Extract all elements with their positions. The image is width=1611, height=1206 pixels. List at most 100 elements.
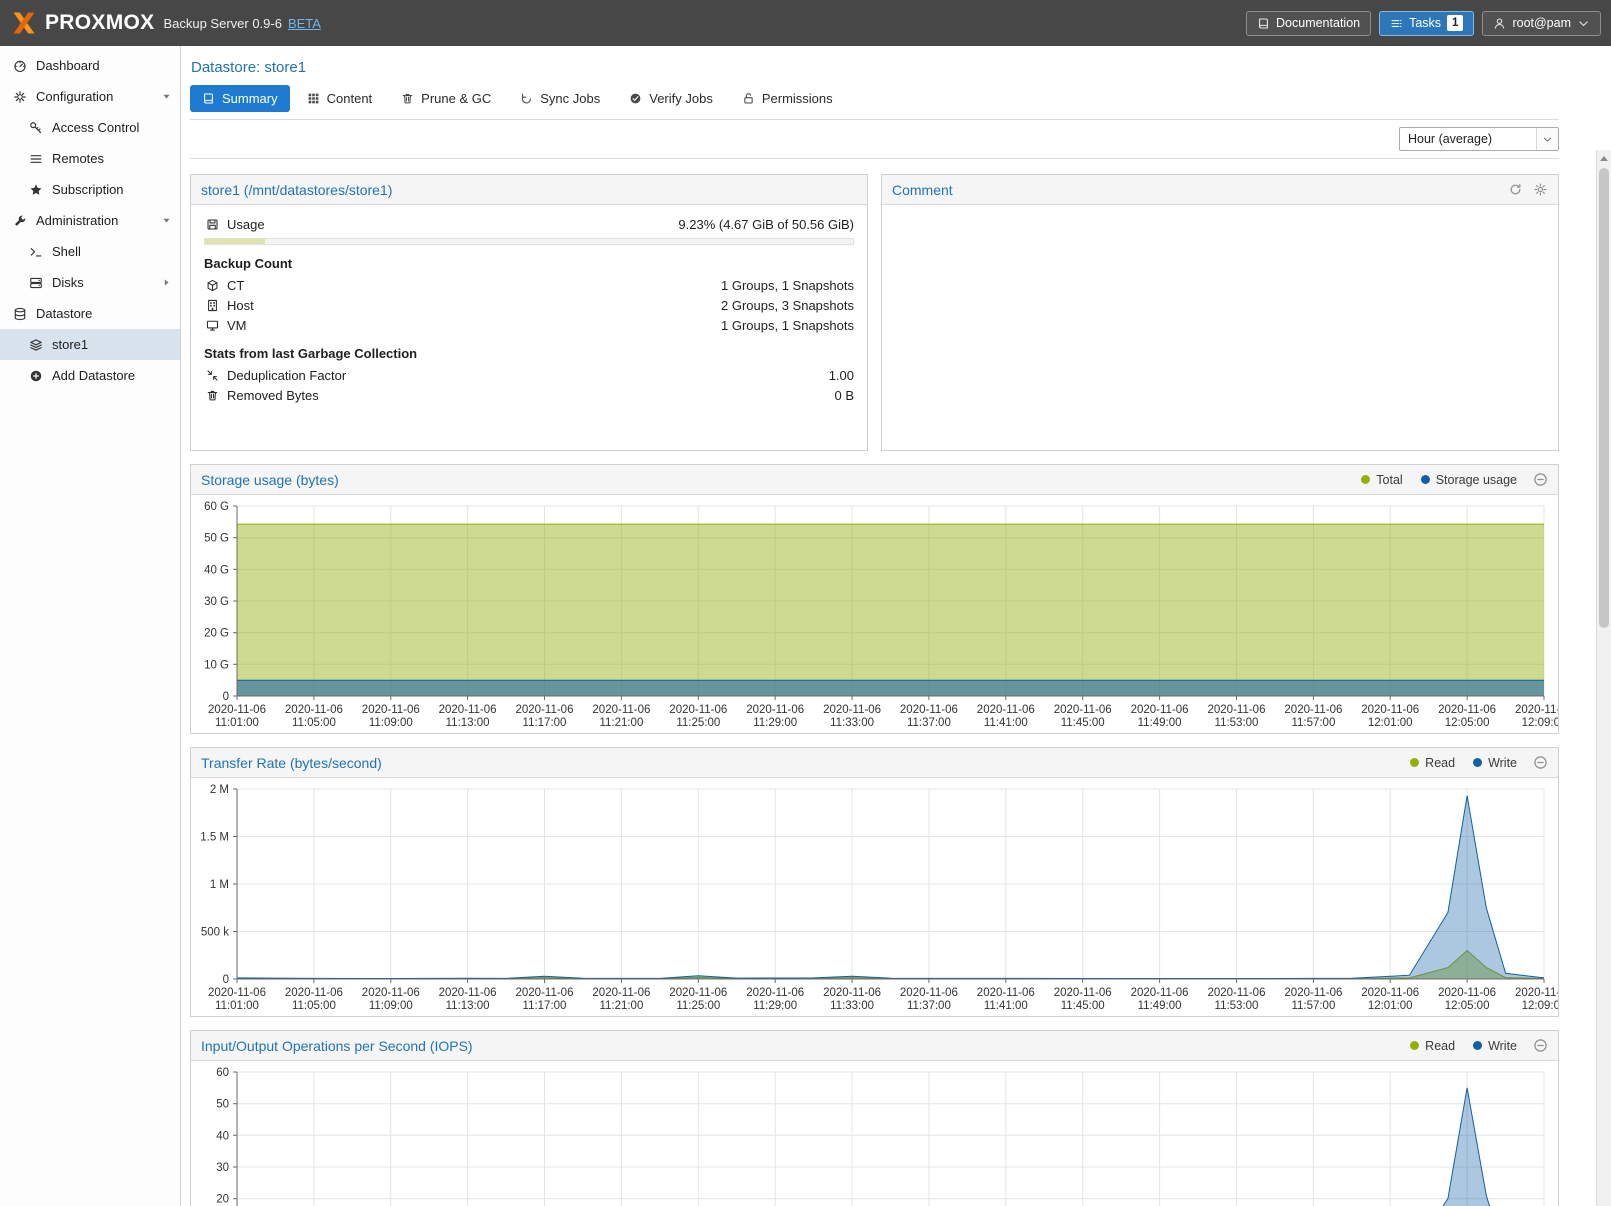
svg-text:30: 30 xyxy=(216,1162,229,1174)
sidebar-item-label: Dashboard xyxy=(36,58,100,73)
svg-text:2020-11-06: 2020-11-06 xyxy=(1438,704,1496,716)
sidebar-item-shell[interactable]: Shell xyxy=(0,236,180,267)
user-icon xyxy=(1493,17,1506,30)
sidebar-item-label: store1 xyxy=(52,337,88,352)
tab-sync-jobs[interactable]: Sync Jobs xyxy=(508,85,612,112)
tab-prune-gc[interactable]: Prune & GC xyxy=(389,85,503,112)
cube-icon xyxy=(204,279,221,292)
sidebar-item-datastore[interactable]: Datastore xyxy=(0,298,180,329)
row-value: 0 B xyxy=(834,388,854,403)
svg-text:2020-11-06: 2020-11-06 xyxy=(285,987,343,999)
tasks-label: Tasks xyxy=(1409,16,1441,30)
compress-icon xyxy=(204,369,221,382)
tab-content[interactable]: Content xyxy=(295,85,385,112)
plus-circle-icon xyxy=(27,369,45,383)
collapse-icon[interactable] xyxy=(1533,1038,1548,1053)
svg-text:2 M: 2 M xyxy=(210,784,229,796)
sidebar-item-label: Subscription xyxy=(52,182,124,197)
tab-permissions[interactable]: Permissions xyxy=(730,85,845,112)
svg-text:11:33:00: 11:33:00 xyxy=(830,717,874,729)
svg-text:10 G: 10 G xyxy=(204,659,229,671)
svg-text:11:05:00: 11:05:00 xyxy=(292,717,336,729)
svg-text:11:45:00: 11:45:00 xyxy=(1061,1000,1105,1012)
svg-text:2020-11-06: 2020-11-06 xyxy=(285,704,343,716)
svg-text:11:17:00: 11:17:00 xyxy=(523,1000,567,1012)
svg-text:2020-11-06: 2020-11-06 xyxy=(977,704,1035,716)
row-label: Host xyxy=(227,298,254,313)
gear-icon[interactable] xyxy=(1533,182,1548,197)
hdd-icon xyxy=(204,218,221,231)
svg-text:11:41:00: 11:41:00 xyxy=(984,1000,1028,1012)
tab-summary[interactable]: Summary xyxy=(190,85,290,112)
building-icon xyxy=(204,299,221,312)
svg-text:12:05:00: 12:05:00 xyxy=(1445,717,1490,729)
row-value: 1 Groups, 1 Snapshots xyxy=(721,318,854,333)
header-actions: Documentation Tasks 1 root@pam xyxy=(1246,11,1601,36)
svg-text:2020-11-06: 2020-11-06 xyxy=(823,704,881,716)
caret-right-icon[interactable] xyxy=(161,277,172,288)
database-icon xyxy=(11,307,29,321)
chart-legend: Total Storage usage xyxy=(1361,473,1517,487)
collapse-icon[interactable] xyxy=(1533,755,1548,770)
sidebar-item-administration[interactable]: Administration xyxy=(0,205,180,236)
svg-text:11:21:00: 11:21:00 xyxy=(599,717,643,729)
svg-text:1 M: 1 M xyxy=(210,879,229,891)
gc-row-dedup: Deduplication Factor 1.00 xyxy=(204,365,854,385)
svg-text:2020-11-06: 2020-11-06 xyxy=(900,704,958,716)
scroll-up-button[interactable] xyxy=(1597,150,1611,166)
beta-link[interactable]: BETA xyxy=(288,16,321,31)
svg-text:2020-11-06: 2020-11-06 xyxy=(977,987,1035,999)
svg-text:2020-11-06: 2020-11-06 xyxy=(362,704,420,716)
sidebar-item-add-datastore[interactable]: Add Datastore xyxy=(0,360,180,391)
legend-label: Read xyxy=(1425,1039,1455,1053)
chart-title: Input/Output Operations per Second (IOPS… xyxy=(201,1038,473,1054)
gauge-icon xyxy=(11,59,29,73)
svg-text:11:37:00: 11:37:00 xyxy=(907,717,951,729)
legend-label: Read xyxy=(1425,756,1455,770)
refresh-icon[interactable] xyxy=(1508,182,1523,197)
sidebar-item-label: Administration xyxy=(36,213,118,228)
tasks-badge: 1 xyxy=(1447,15,1463,31)
legend-dot xyxy=(1473,1041,1482,1050)
svg-text:2020-11-06: 2020-11-06 xyxy=(1208,987,1266,999)
tasks-button[interactable]: Tasks 1 xyxy=(1379,11,1474,36)
legend-item-storage-usage: Storage usage xyxy=(1421,473,1517,487)
caret-down-icon[interactable] xyxy=(161,91,172,102)
proxmox-logo: PROXMOX xyxy=(10,9,154,37)
trash-icon xyxy=(204,389,221,402)
collapse-icon[interactable] xyxy=(1533,472,1548,487)
comment-body[interactable] xyxy=(882,205,1558,223)
svg-text:11:33:00: 11:33:00 xyxy=(830,1000,874,1012)
svg-text:12:01:00: 12:01:00 xyxy=(1368,1000,1413,1012)
svg-text:50 G: 50 G xyxy=(204,533,229,545)
tab-bar: Summary Content Prune & GC Sync Jobs Ver… xyxy=(190,85,1559,120)
sidebar-item-disks[interactable]: Disks xyxy=(0,267,180,298)
svg-text:11:45:00: 11:45:00 xyxy=(1061,717,1105,729)
sidebar-item-store1[interactable]: store1 xyxy=(0,329,180,360)
documentation-button[interactable]: Documentation xyxy=(1246,11,1371,36)
caret-down-icon[interactable] xyxy=(161,215,172,226)
scroll-thumb[interactable] xyxy=(1599,168,1609,628)
tab-verify-jobs[interactable]: Verify Jobs xyxy=(617,85,725,112)
legend-item-read: Read xyxy=(1410,1039,1455,1053)
chart-title: Transfer Rate (bytes/second) xyxy=(201,755,382,771)
server-list-icon xyxy=(27,152,45,166)
sidebar-item-remotes[interactable]: Remotes xyxy=(0,143,180,174)
timeframe-select[interactable]: Hour (average) xyxy=(1399,127,1559,151)
sidebar-item-subscription[interactable]: Subscription xyxy=(0,174,180,205)
scrollbar[interactable] xyxy=(1596,150,1611,1206)
combo-trigger-icon[interactable] xyxy=(1536,128,1558,150)
usage-row: Usage 9.23% (4.67 GiB of 50.56 GiB) xyxy=(204,214,854,234)
sidebar-item-dashboard[interactable]: Dashboard xyxy=(0,50,180,81)
svg-text:11:05:00: 11:05:00 xyxy=(292,1000,336,1012)
gc-stats-title: Stats from last Garbage Collection xyxy=(204,346,854,361)
sidebar-item-access-control[interactable]: Access Control xyxy=(0,112,180,143)
monitor-icon xyxy=(204,319,221,332)
svg-text:30 G: 30 G xyxy=(204,596,229,608)
user-menu-button[interactable]: root@pam xyxy=(1482,11,1601,36)
check-circle-icon xyxy=(629,92,642,105)
tab-label: Prune & GC xyxy=(421,91,491,106)
sidebar-item-configuration[interactable]: Configuration xyxy=(0,81,180,112)
svg-text:20 G: 20 G xyxy=(204,628,229,640)
svg-text:2020-11-06: 2020-11-06 xyxy=(439,704,497,716)
